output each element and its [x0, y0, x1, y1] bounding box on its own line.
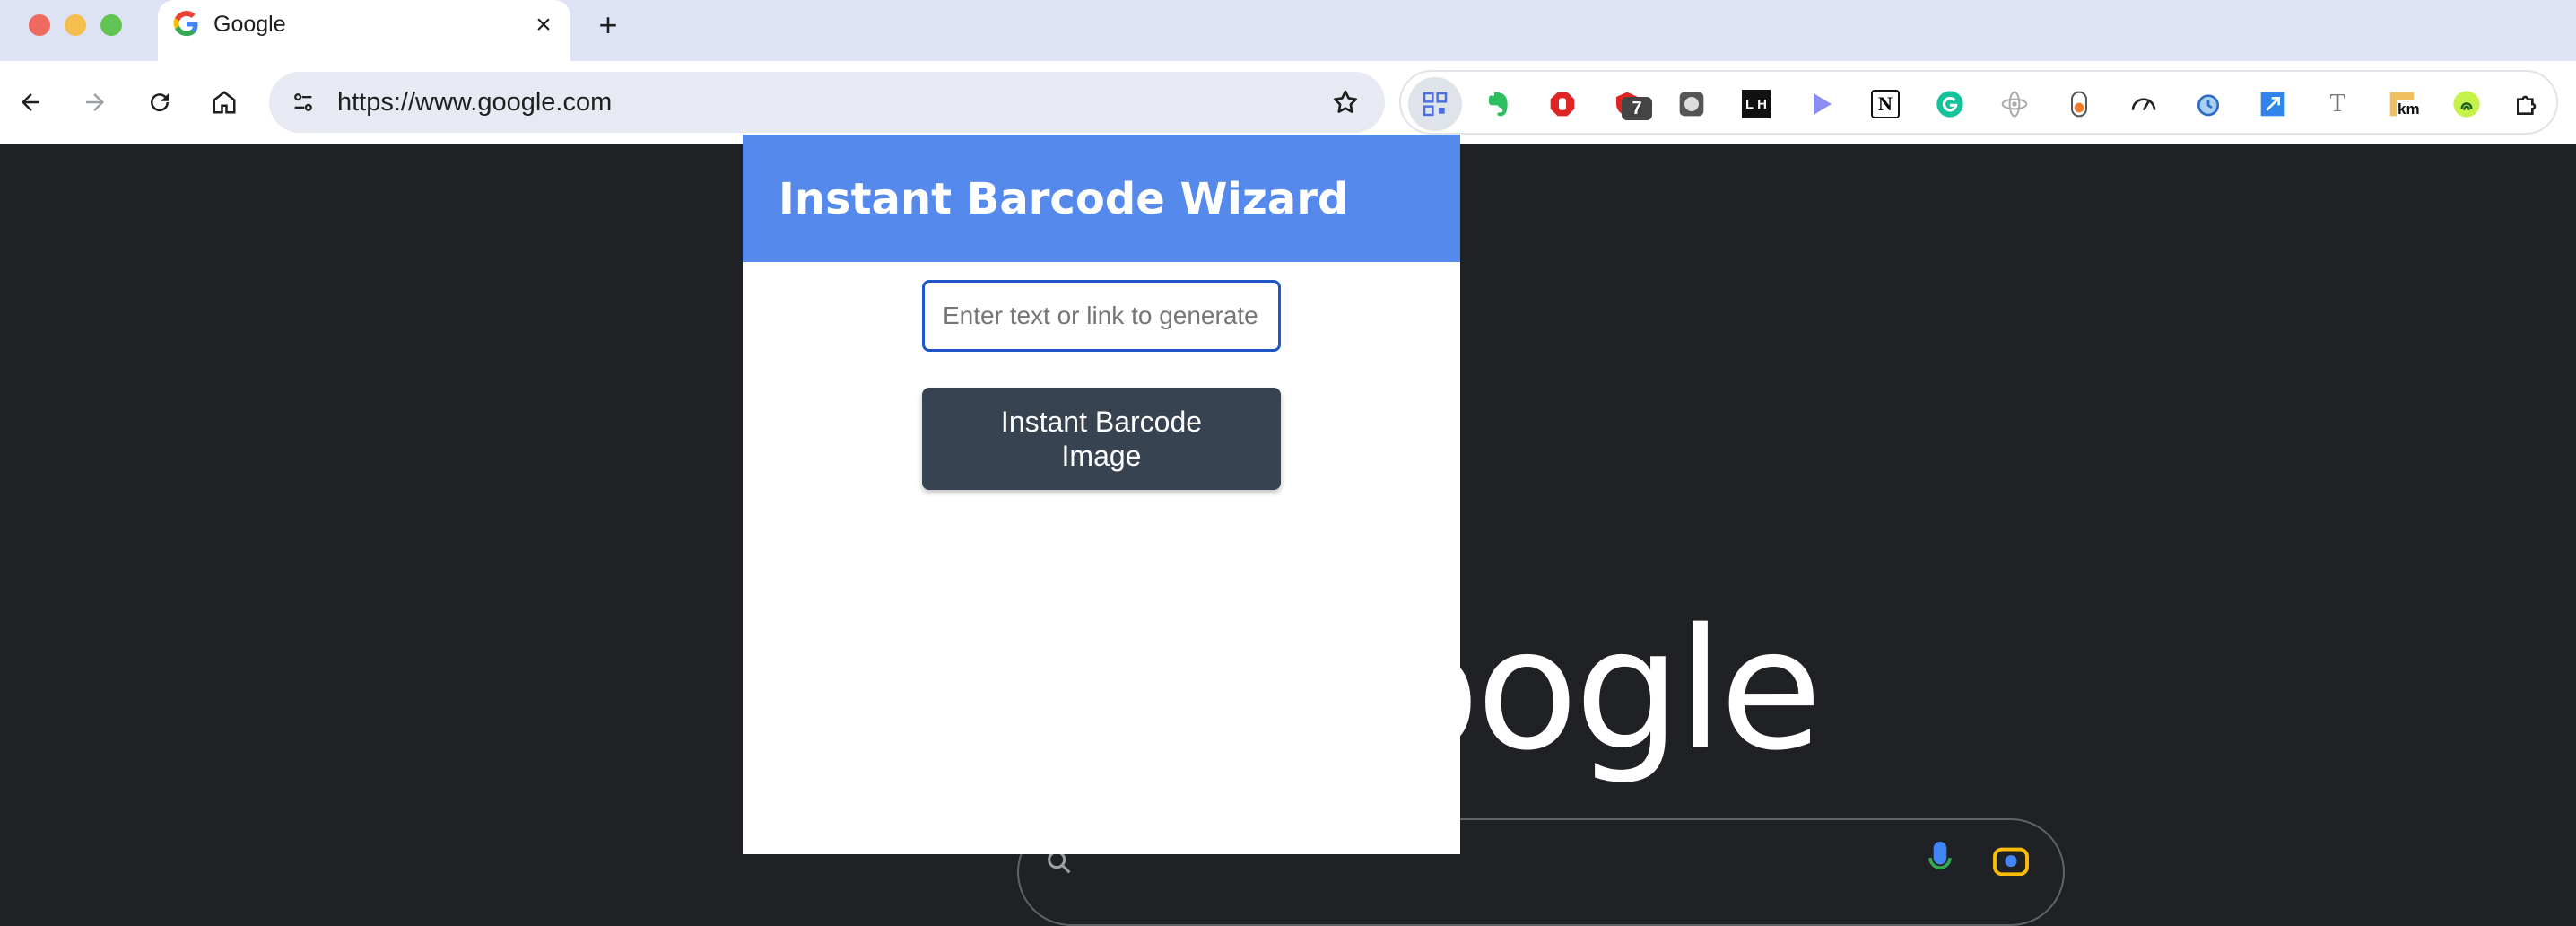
reload-button[interactable] — [138, 81, 181, 124]
forward-arrow-icon — [86, 93, 104, 111]
tab-strip: Google × + — [0, 0, 2576, 61]
site-info-icon[interactable] — [283, 83, 323, 122]
google-lens-icon[interactable] — [1993, 843, 2029, 876]
toggle-switch-icon[interactable] — [2065, 90, 2093, 118]
screen-capture-icon[interactable] — [1677, 90, 1706, 118]
tab-close-icon[interactable]: × — [529, 11, 558, 39]
url-text[interactable]: https://www.google.com — [337, 88, 612, 118]
tab-title: Google — [213, 12, 286, 37]
speedometer-icon[interactable] — [2129, 90, 2158, 118]
barcode-wizard-popup: Instant Barcode Wizard Instant Barcode I… — [743, 135, 1460, 854]
browser-toolbar: https://www.google.com L H N T km — [0, 61, 2576, 144]
lh-extension-icon[interactable]: L H — [1742, 90, 1771, 118]
back-arrow-icon — [22, 93, 39, 111]
extension-badge-count: 7 — [1622, 97, 1652, 120]
play-triangle-icon[interactable] — [1806, 90, 1835, 118]
back-button[interactable] — [9, 81, 52, 124]
window-close-button[interactable] — [29, 14, 50, 36]
popup-title: Instant Barcode Wizard — [779, 174, 1349, 224]
grammarly-icon[interactable] — [1936, 90, 1964, 118]
forward-button[interactable] — [74, 81, 117, 124]
new-tab-button[interactable]: + — [592, 9, 624, 41]
bookmark-star-icon[interactable] — [1326, 83, 1365, 122]
alarm-clock-icon[interactable] — [2194, 90, 2223, 118]
km-extension-icon[interactable]: km — [2388, 90, 2421, 118]
km-label: km — [2397, 100, 2421, 118]
window-minimize-button[interactable] — [65, 14, 86, 36]
text-t-icon[interactable]: T — [2323, 90, 2352, 118]
fingerprint-icon[interactable] — [2452, 90, 2481, 118]
adblock-hand-icon[interactable] — [1548, 90, 1577, 118]
atom-icon[interactable] — [2000, 90, 2029, 118]
qr-code-icon — [1423, 92, 1448, 117]
microphone-icon[interactable] — [1928, 842, 1952, 878]
barcode-extension-button[interactable] — [1408, 77, 1462, 131]
extensions-puzzle-icon[interactable] — [2513, 90, 2542, 118]
barcode-text-input[interactable] — [922, 280, 1281, 352]
home-icon — [213, 91, 236, 114]
resize-arrow-icon[interactable] — [2258, 90, 2287, 118]
reload-icon — [151, 93, 170, 112]
extensions-bar: L H N T km — [1399, 70, 2558, 135]
google-favicon-icon — [172, 11, 201, 39]
home-button[interactable] — [203, 81, 246, 124]
popup-header: Instant Barcode Wizard — [743, 135, 1460, 262]
notion-icon[interactable]: N — [1871, 90, 1900, 118]
address-bar[interactable]: https://www.google.com — [269, 72, 1385, 133]
tab-google[interactable]: Google × — [158, 0, 570, 61]
window-maximize-button[interactable] — [100, 14, 122, 36]
evernote-icon[interactable] — [1484, 90, 1512, 118]
generate-barcode-button[interactable]: Instant Barcode Image — [922, 388, 1281, 490]
